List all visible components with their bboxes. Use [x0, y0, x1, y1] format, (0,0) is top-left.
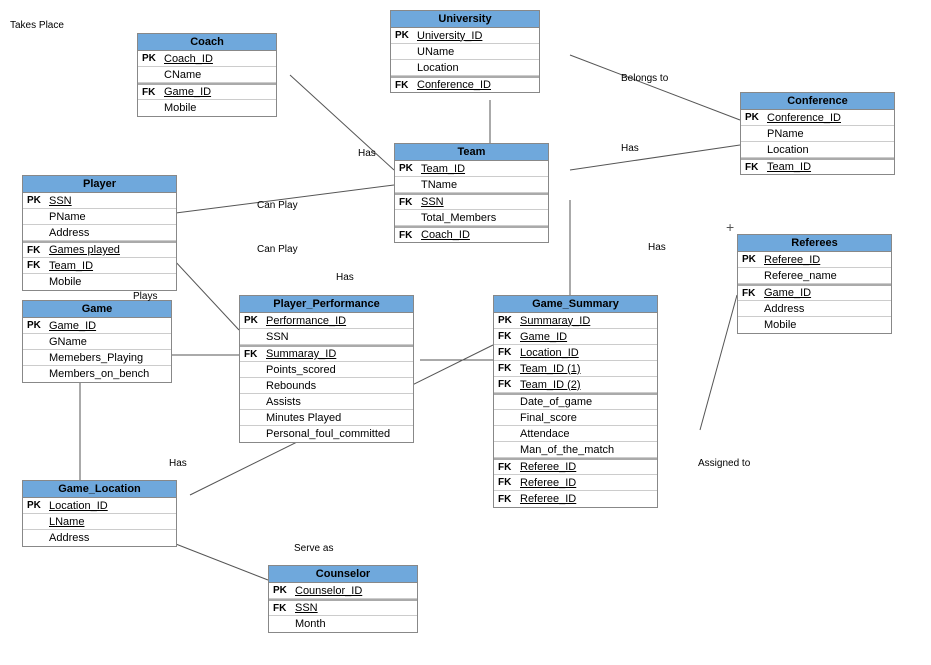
- entity-university: University PK University_ID UName Locati…: [390, 10, 540, 93]
- entity-counselor-header: Counselor: [269, 566, 417, 583]
- referees-row-address: Address: [738, 301, 891, 317]
- pp-row-rebounds: Rebounds: [240, 378, 413, 394]
- gs-row-ref2: FK Referee_ID: [494, 475, 657, 491]
- gs-row-final: Final_score: [494, 410, 657, 426]
- conference-row-pk: PK Conference_ID: [741, 110, 894, 126]
- entity-team-header: Team: [395, 144, 548, 161]
- entity-counselor: Counselor PK Counselor_ID FK SSN Month: [268, 565, 418, 633]
- entity-coach: Coach PK Coach_ID CName FK Game_ID Mobil…: [137, 33, 277, 117]
- coach-row-cname: CName: [138, 67, 276, 83]
- entity-team: Team PK Team_ID TName FK SSN Total_Membe…: [394, 143, 549, 243]
- gl-row-lname: LName: [23, 514, 176, 530]
- pp-row-fk: FK Summaray_ID: [240, 345, 413, 362]
- coach-row-pk: PK Coach_ID: [138, 51, 276, 67]
- player-row-team: FK Team_ID: [23, 258, 176, 274]
- entity-coach-header: Coach: [138, 34, 276, 51]
- gs-row-game: FK Game_ID: [494, 329, 657, 345]
- svg-text:+: +: [726, 219, 734, 235]
- entity-pp-header: Player_Performance: [240, 296, 413, 313]
- entity-player-performance: Player_Performance PK Performance_ID SSN…: [239, 295, 414, 443]
- entity-referees: Referees PK Referee_ID Referee_name FK G…: [737, 234, 892, 334]
- team-row-pk: PK Team_ID: [395, 161, 548, 177]
- university-row-uname: UName: [391, 44, 539, 60]
- entity-referees-header: Referees: [738, 235, 891, 252]
- pp-row-assists: Assists: [240, 394, 413, 410]
- game-row-playing: Memebers_Playing: [23, 350, 171, 366]
- entity-gl-header: Game_Location: [23, 481, 176, 498]
- referees-row-fk: FK Game_ID: [738, 284, 891, 301]
- label-has-pp: Has: [336, 272, 354, 283]
- gs-row-ref1: FK Referee_ID: [494, 458, 657, 475]
- entity-university-header: University: [391, 11, 539, 28]
- gs-row-team2: FK Team_ID (2): [494, 377, 657, 393]
- label-belongs-to: Belongs to: [621, 73, 668, 84]
- gs-row-pk: PK Summaray_ID: [494, 313, 657, 329]
- gs-row-man: Man_of_the_match: [494, 442, 657, 458]
- pp-row-minutes: Minutes Played: [240, 410, 413, 426]
- gs-row-ref3: FK Referee_ID: [494, 491, 657, 507]
- team-row-ssn: FK SSN: [395, 193, 548, 210]
- game-row-pk: PK Game_ID: [23, 318, 171, 334]
- team-row-coach: FK Coach_ID: [395, 226, 548, 242]
- entity-gs-header: Game_Summary: [494, 296, 657, 313]
- player-row-mobile: Mobile: [23, 274, 176, 290]
- label-takes-place: Takes Place: [10, 20, 64, 31]
- referees-row-name: Referee_name: [738, 268, 891, 284]
- label-assigned-to: Assigned to: [698, 458, 750, 469]
- entity-game-location: Game_Location PK Location_ID LName Addre…: [22, 480, 177, 547]
- conference-row-pname: PName: [741, 126, 894, 142]
- game-row-gname: GName: [23, 334, 171, 350]
- entity-conference-header: Conference: [741, 93, 894, 110]
- university-row-location: Location: [391, 60, 539, 76]
- conference-row-fk: FK Team_ID: [741, 158, 894, 174]
- counselor-row-fk: FK SSN: [269, 599, 417, 616]
- entity-game-header: Game: [23, 301, 171, 318]
- label-has-coach-team: Has: [358, 148, 376, 159]
- pp-row-points: Points_scored: [240, 362, 413, 378]
- label-has-game-loc: Has: [169, 458, 187, 469]
- gl-row-address: Address: [23, 530, 176, 546]
- gs-row-team1: FK Team_ID (1): [494, 361, 657, 377]
- game-row-bench: Members_on_bench: [23, 366, 171, 382]
- team-row-total: Total_Members: [395, 210, 548, 226]
- counselor-row-month: Month: [269, 616, 417, 632]
- gl-row-pk: PK Location_ID: [23, 498, 176, 514]
- coach-row-mobile: Mobile: [138, 100, 276, 116]
- pp-row-pk: PK Performance_ID: [240, 313, 413, 329]
- label-can-play-2: Can Play: [257, 244, 298, 255]
- entity-game-summary: Game_Summary PK Summaray_ID FK Game_ID F…: [493, 295, 658, 508]
- university-row-pk: PK University_ID: [391, 28, 539, 44]
- player-row-address: Address: [23, 225, 176, 241]
- player-row-pk: PK SSN: [23, 193, 176, 209]
- entity-player-header: Player: [23, 176, 176, 193]
- player-row-games: FK Games played: [23, 241, 176, 258]
- player-row-pname: PName: [23, 209, 176, 225]
- referees-row-mobile: Mobile: [738, 317, 891, 333]
- conference-row-location: Location: [741, 142, 894, 158]
- university-row-fk: FK Conference_ID: [391, 76, 539, 92]
- label-has-team-conf: Has: [621, 143, 639, 154]
- entity-game: Game PK Game_ID GName Memebers_Playing M…: [22, 300, 172, 383]
- team-row-tname: TName: [395, 177, 548, 193]
- label-can-play-1: Can Play: [257, 200, 298, 211]
- label-has-ref: Has: [648, 242, 666, 253]
- entity-conference: Conference PK Conference_ID PName Locati…: [740, 92, 895, 175]
- counselor-row-pk: PK Counselor_ID: [269, 583, 417, 599]
- gs-row-attend: Attendace: [494, 426, 657, 442]
- gs-row-location: FK Location_ID: [494, 345, 657, 361]
- entity-player: Player PK SSN PName Address FK Games pla…: [22, 175, 177, 291]
- pp-row-foul: Personal_foul_committed: [240, 426, 413, 442]
- referees-row-pk: PK Referee_ID: [738, 252, 891, 268]
- gs-row-date: Date_of_game: [494, 393, 657, 410]
- coach-row-fk: FK Game_ID: [138, 83, 276, 100]
- pp-row-ssn: SSN: [240, 329, 413, 345]
- label-serve-as: Serve as: [294, 543, 333, 554]
- er-diagram-canvas: + University PK University_ID UName Loca…: [0, 0, 931, 665]
